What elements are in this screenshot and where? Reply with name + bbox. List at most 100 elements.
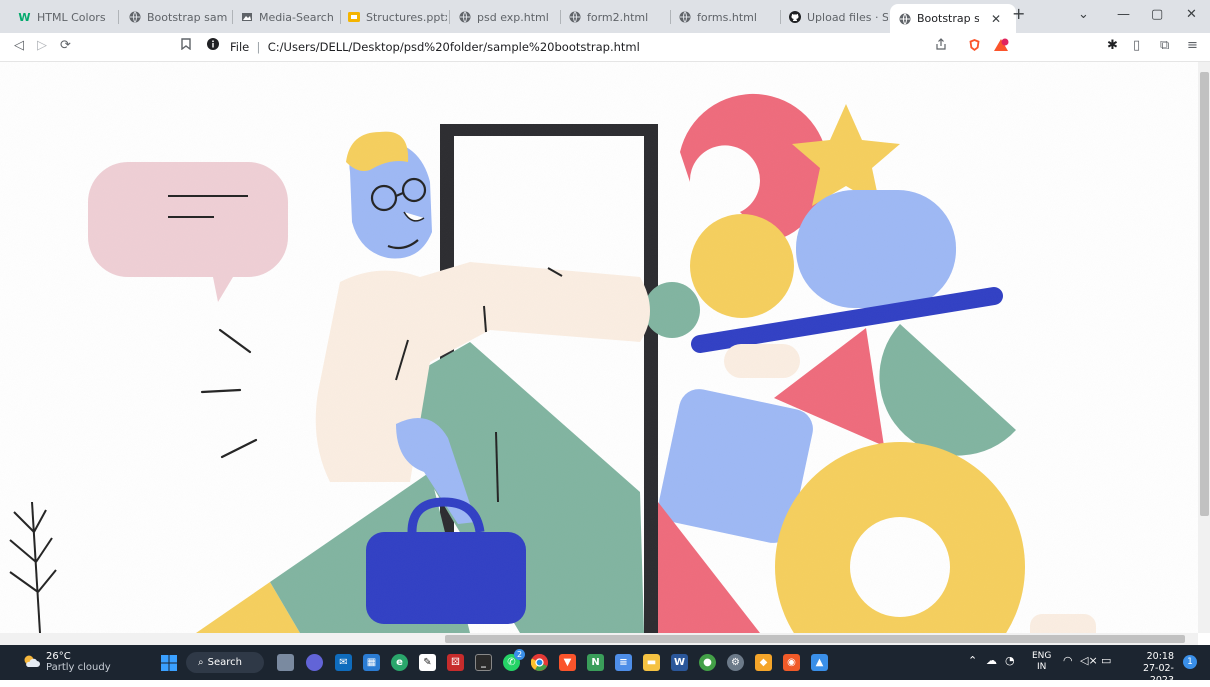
address-bar[interactable]: File | C:/Users/DELL/Desktop/psd%20folde…	[230, 40, 640, 54]
page-content	[0, 62, 1198, 633]
media-icon	[240, 11, 253, 24]
close-window-button[interactable]: ✕	[1186, 7, 1197, 22]
search-label: Search	[207, 657, 242, 668]
teams-chat-icon[interactable]	[306, 654, 323, 671]
notepad-plus-icon[interactable]: N	[587, 654, 604, 671]
horizontal-scroll-thumb[interactable]	[445, 635, 1185, 643]
restore-button[interactable]: ▢	[1151, 7, 1163, 22]
volume-icon[interactable]: ◁×	[1080, 654, 1098, 667]
tab-html-colors[interactable]: W HTML Colors	[18, 6, 118, 28]
tab-separator	[118, 10, 119, 24]
brave-icon[interactable]: ▼	[559, 654, 576, 671]
tab-bootstrap-samp[interactable]: Bootstrap samp	[128, 6, 228, 28]
tab-title: HTML Colors	[37, 10, 106, 24]
tab-structures-pptx[interactable]: Structures.pptx - Go	[347, 6, 447, 28]
scheme-label: File	[230, 40, 250, 54]
battery-icon[interactable]: ▭	[1101, 654, 1111, 667]
extensions-icon[interactable]: ✱	[1107, 38, 1118, 53]
lang-bottom: IN	[1037, 662, 1047, 672]
sidebar-icon[interactable]: ▯	[1133, 38, 1140, 53]
github-icon	[788, 11, 801, 24]
tab-media-search[interactable]: Media-Search	[240, 6, 340, 28]
hero-illustration	[0, 62, 1198, 633]
notepad-icon[interactable]: ≡	[615, 654, 632, 671]
globe-icon	[568, 11, 581, 24]
globe-icon	[678, 11, 691, 24]
tab-separator	[340, 10, 341, 24]
wallet-icon[interactable]: ⧉	[1160, 38, 1169, 53]
tab-separator	[560, 10, 561, 24]
bookmark-icon[interactable]	[181, 38, 191, 54]
vertical-scroll-thumb[interactable]	[1200, 72, 1209, 516]
lang-top: ENG	[1032, 651, 1052, 661]
taskbar-search[interactable]: ⌕ Search	[186, 652, 264, 673]
inkscape-icon[interactable]: ✎	[419, 654, 436, 671]
edge-icon[interactable]: e	[391, 654, 408, 671]
chrome-icon[interactable]	[531, 654, 548, 671]
forward-icon[interactable]: ▷	[37, 38, 47, 53]
brave-shield-icon[interactable]	[968, 38, 981, 56]
url-text: C:/Users/DELL/Desktop/psd%20folder/sampl…	[267, 40, 640, 54]
word-icon[interactable]: W	[671, 654, 688, 671]
weather-desc: Partly cloudy	[46, 662, 111, 673]
system-clock[interactable]: 20:18 27-02-2023	[1122, 651, 1174, 687]
tab-strip: W HTML Colors Bootstrap samp Media-Searc…	[0, 0, 1210, 33]
tab-search-chevron-icon[interactable]: ⌄	[1078, 7, 1089, 22]
globe-icon	[128, 11, 141, 24]
task-view-icon[interactable]	[277, 654, 294, 671]
new-tab-button[interactable]: +	[1012, 4, 1025, 23]
reload-icon[interactable]: ⟳	[60, 38, 71, 53]
slides-icon	[347, 11, 360, 24]
url-divider: |	[252, 40, 265, 54]
tab-title: form2.html	[587, 10, 649, 24]
tab-title: Bootstrap samp	[917, 12, 979, 25]
close-tab-icon[interactable]: ✕	[991, 12, 1001, 26]
tab-separator	[449, 10, 450, 24]
weather-widget[interactable]: 26°C Partly cloudy	[22, 651, 111, 673]
photos-icon[interactable]: ▲	[811, 654, 828, 671]
store-icon[interactable]: ▦	[363, 654, 380, 671]
chrome-profile-icon[interactable]: ●	[699, 654, 716, 671]
tab-upload-files[interactable]: Upload files · Shyam	[788, 6, 888, 28]
menu-icon[interactable]: ≡	[1187, 38, 1198, 53]
globe-icon	[898, 12, 911, 25]
search-icon: ⌕	[198, 657, 204, 668]
tray-app-icon[interactable]: ◔	[1005, 654, 1015, 667]
tab-form2[interactable]: form2.html	[568, 6, 668, 28]
clock-date: 27-02-2023	[1142, 663, 1174, 686]
onedrive-cloud-icon[interactable]: ☁	[986, 654, 997, 667]
settings-gear-icon[interactable]: ⚙	[727, 654, 744, 671]
mail-icon[interactable]: ✉	[335, 654, 352, 671]
terminal-icon[interactable]: _	[475, 654, 492, 671]
dice-app-icon[interactable]: ⚄	[447, 654, 464, 671]
clock-time: 20:18	[1146, 651, 1174, 662]
browser-toolbar: ◁ ▷ ⟳ File | C:/Users/DELL/Desktop/psd%2…	[0, 33, 1210, 62]
tab-forms[interactable]: forms.html	[678, 6, 778, 28]
tab-title: Media-Search	[259, 10, 334, 24]
tab-psd-exp[interactable]: psd exp.html	[458, 6, 558, 28]
wifi-icon[interactable]: ◠	[1063, 654, 1073, 667]
tab-title: Bootstrap samp	[147, 10, 228, 24]
tab-bootstrap-samp-active[interactable]: Bootstrap samp ✕	[890, 4, 1016, 33]
tab-title: Structures.pptx - Go	[366, 10, 447, 24]
git-app-icon[interactable]: ◆	[755, 654, 772, 671]
whatsapp-badge: 2	[514, 649, 525, 660]
tab-title: psd exp.html	[477, 10, 549, 24]
red-app-icon[interactable]: ◉	[783, 654, 800, 671]
tab-separator	[232, 10, 233, 24]
share-icon[interactable]	[935, 38, 947, 54]
notification-badge[interactable]: 1	[1183, 655, 1197, 669]
back-icon[interactable]: ◁	[14, 38, 24, 53]
grain-texture	[0, 62, 1198, 633]
windows-start-icon[interactable]	[160, 654, 177, 671]
minimize-button[interactable]: —	[1117, 7, 1130, 22]
windows-taskbar: 26°C Partly cloudy ⌕ Search ✉ ▦ e ✎ ⚄ _ …	[0, 645, 1210, 686]
tray-chevron-up-icon[interactable]: ⌃	[968, 654, 977, 667]
info-icon[interactable]	[207, 38, 219, 54]
tab-separator	[780, 10, 781, 24]
file-explorer-icon[interactable]: ▬	[643, 654, 660, 671]
weather-temp: 26°C	[46, 651, 71, 662]
partly-cloudy-icon	[22, 654, 40, 671]
language-indicator[interactable]: ENG IN	[1032, 651, 1051, 673]
brave-rewards-icon[interactable]	[993, 38, 1009, 56]
